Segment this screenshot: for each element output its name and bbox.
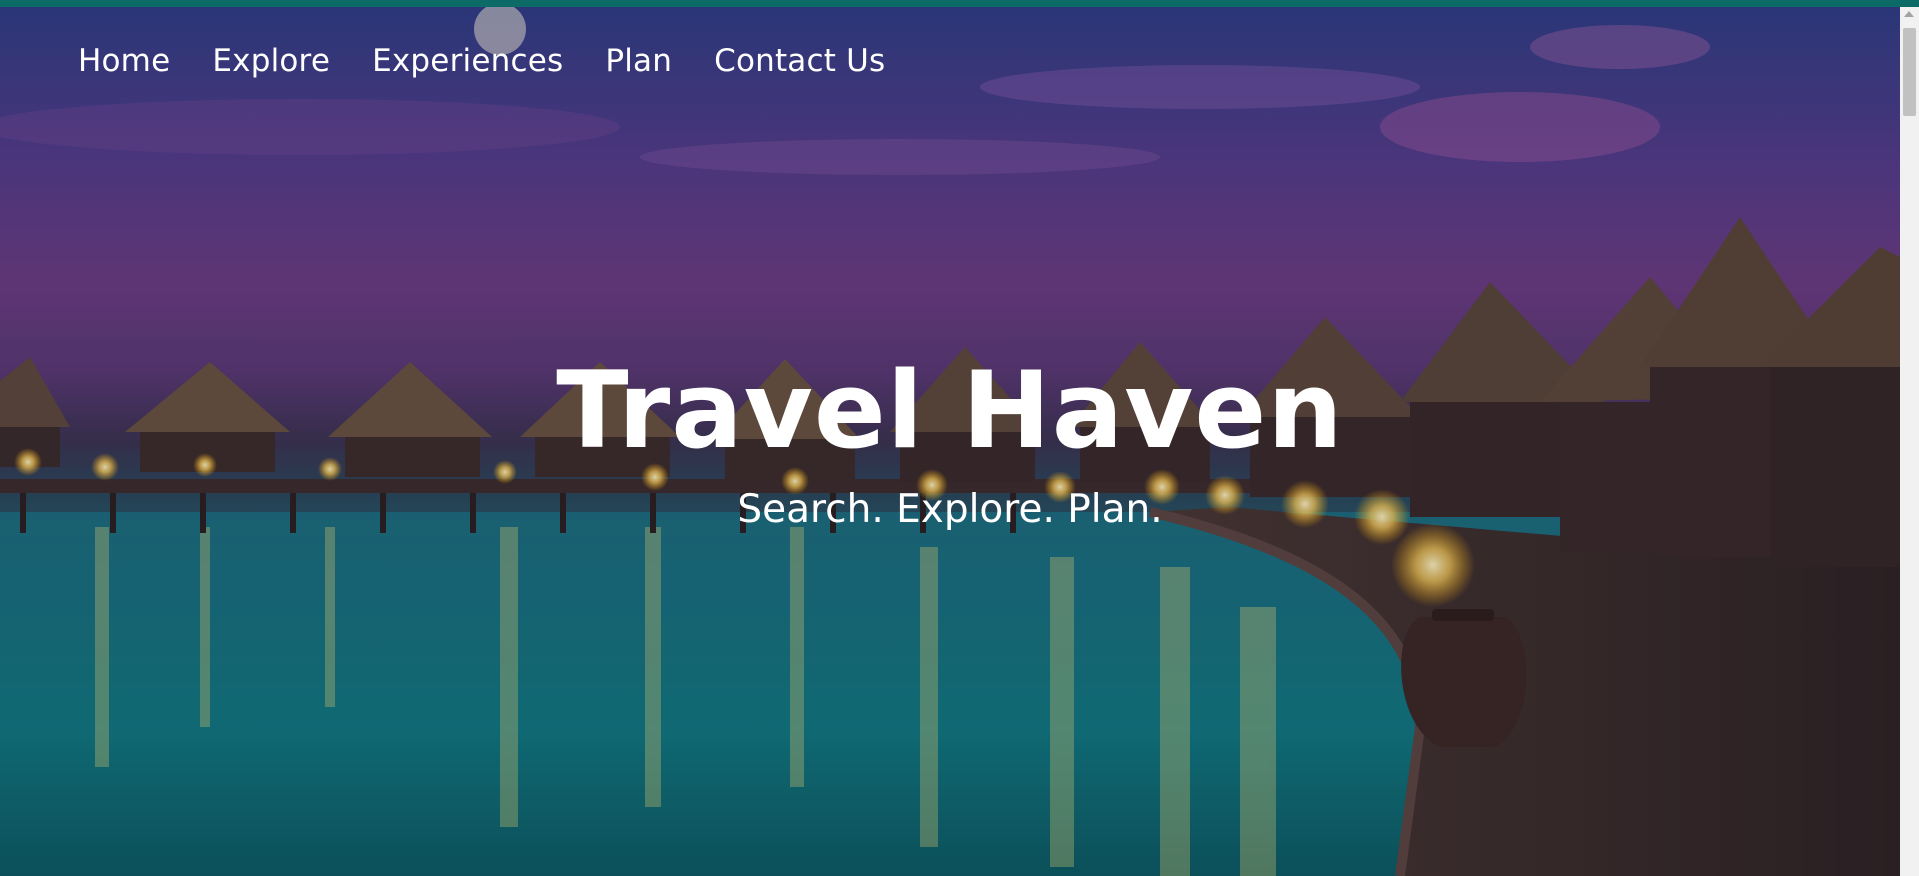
- nav-link-home[interactable]: Home: [78, 43, 170, 79]
- hero-title: Travel Haven: [556, 349, 1344, 472]
- vertical-scrollbar[interactable]: [1900, 7, 1919, 876]
- nav-link-contact-us[interactable]: Contact Us: [714, 43, 885, 79]
- main-navigation: Home Explore Experiences Plan Contact Us: [78, 43, 885, 79]
- top-accent-bar: [0, 0, 1919, 7]
- scroll-up-arrow-icon[interactable]: [1904, 11, 1914, 17]
- nav-link-plan[interactable]: Plan: [605, 43, 672, 79]
- hero-subtitle: Search. Explore. Plan.: [737, 487, 1163, 532]
- nav-link-experiences[interactable]: Experiences: [372, 43, 563, 79]
- nav-link-explore[interactable]: Explore: [212, 43, 330, 79]
- scrollbar-thumb[interactable]: [1903, 28, 1916, 116]
- hero-banner: Home Explore Experiences Plan Contact Us…: [0, 7, 1900, 876]
